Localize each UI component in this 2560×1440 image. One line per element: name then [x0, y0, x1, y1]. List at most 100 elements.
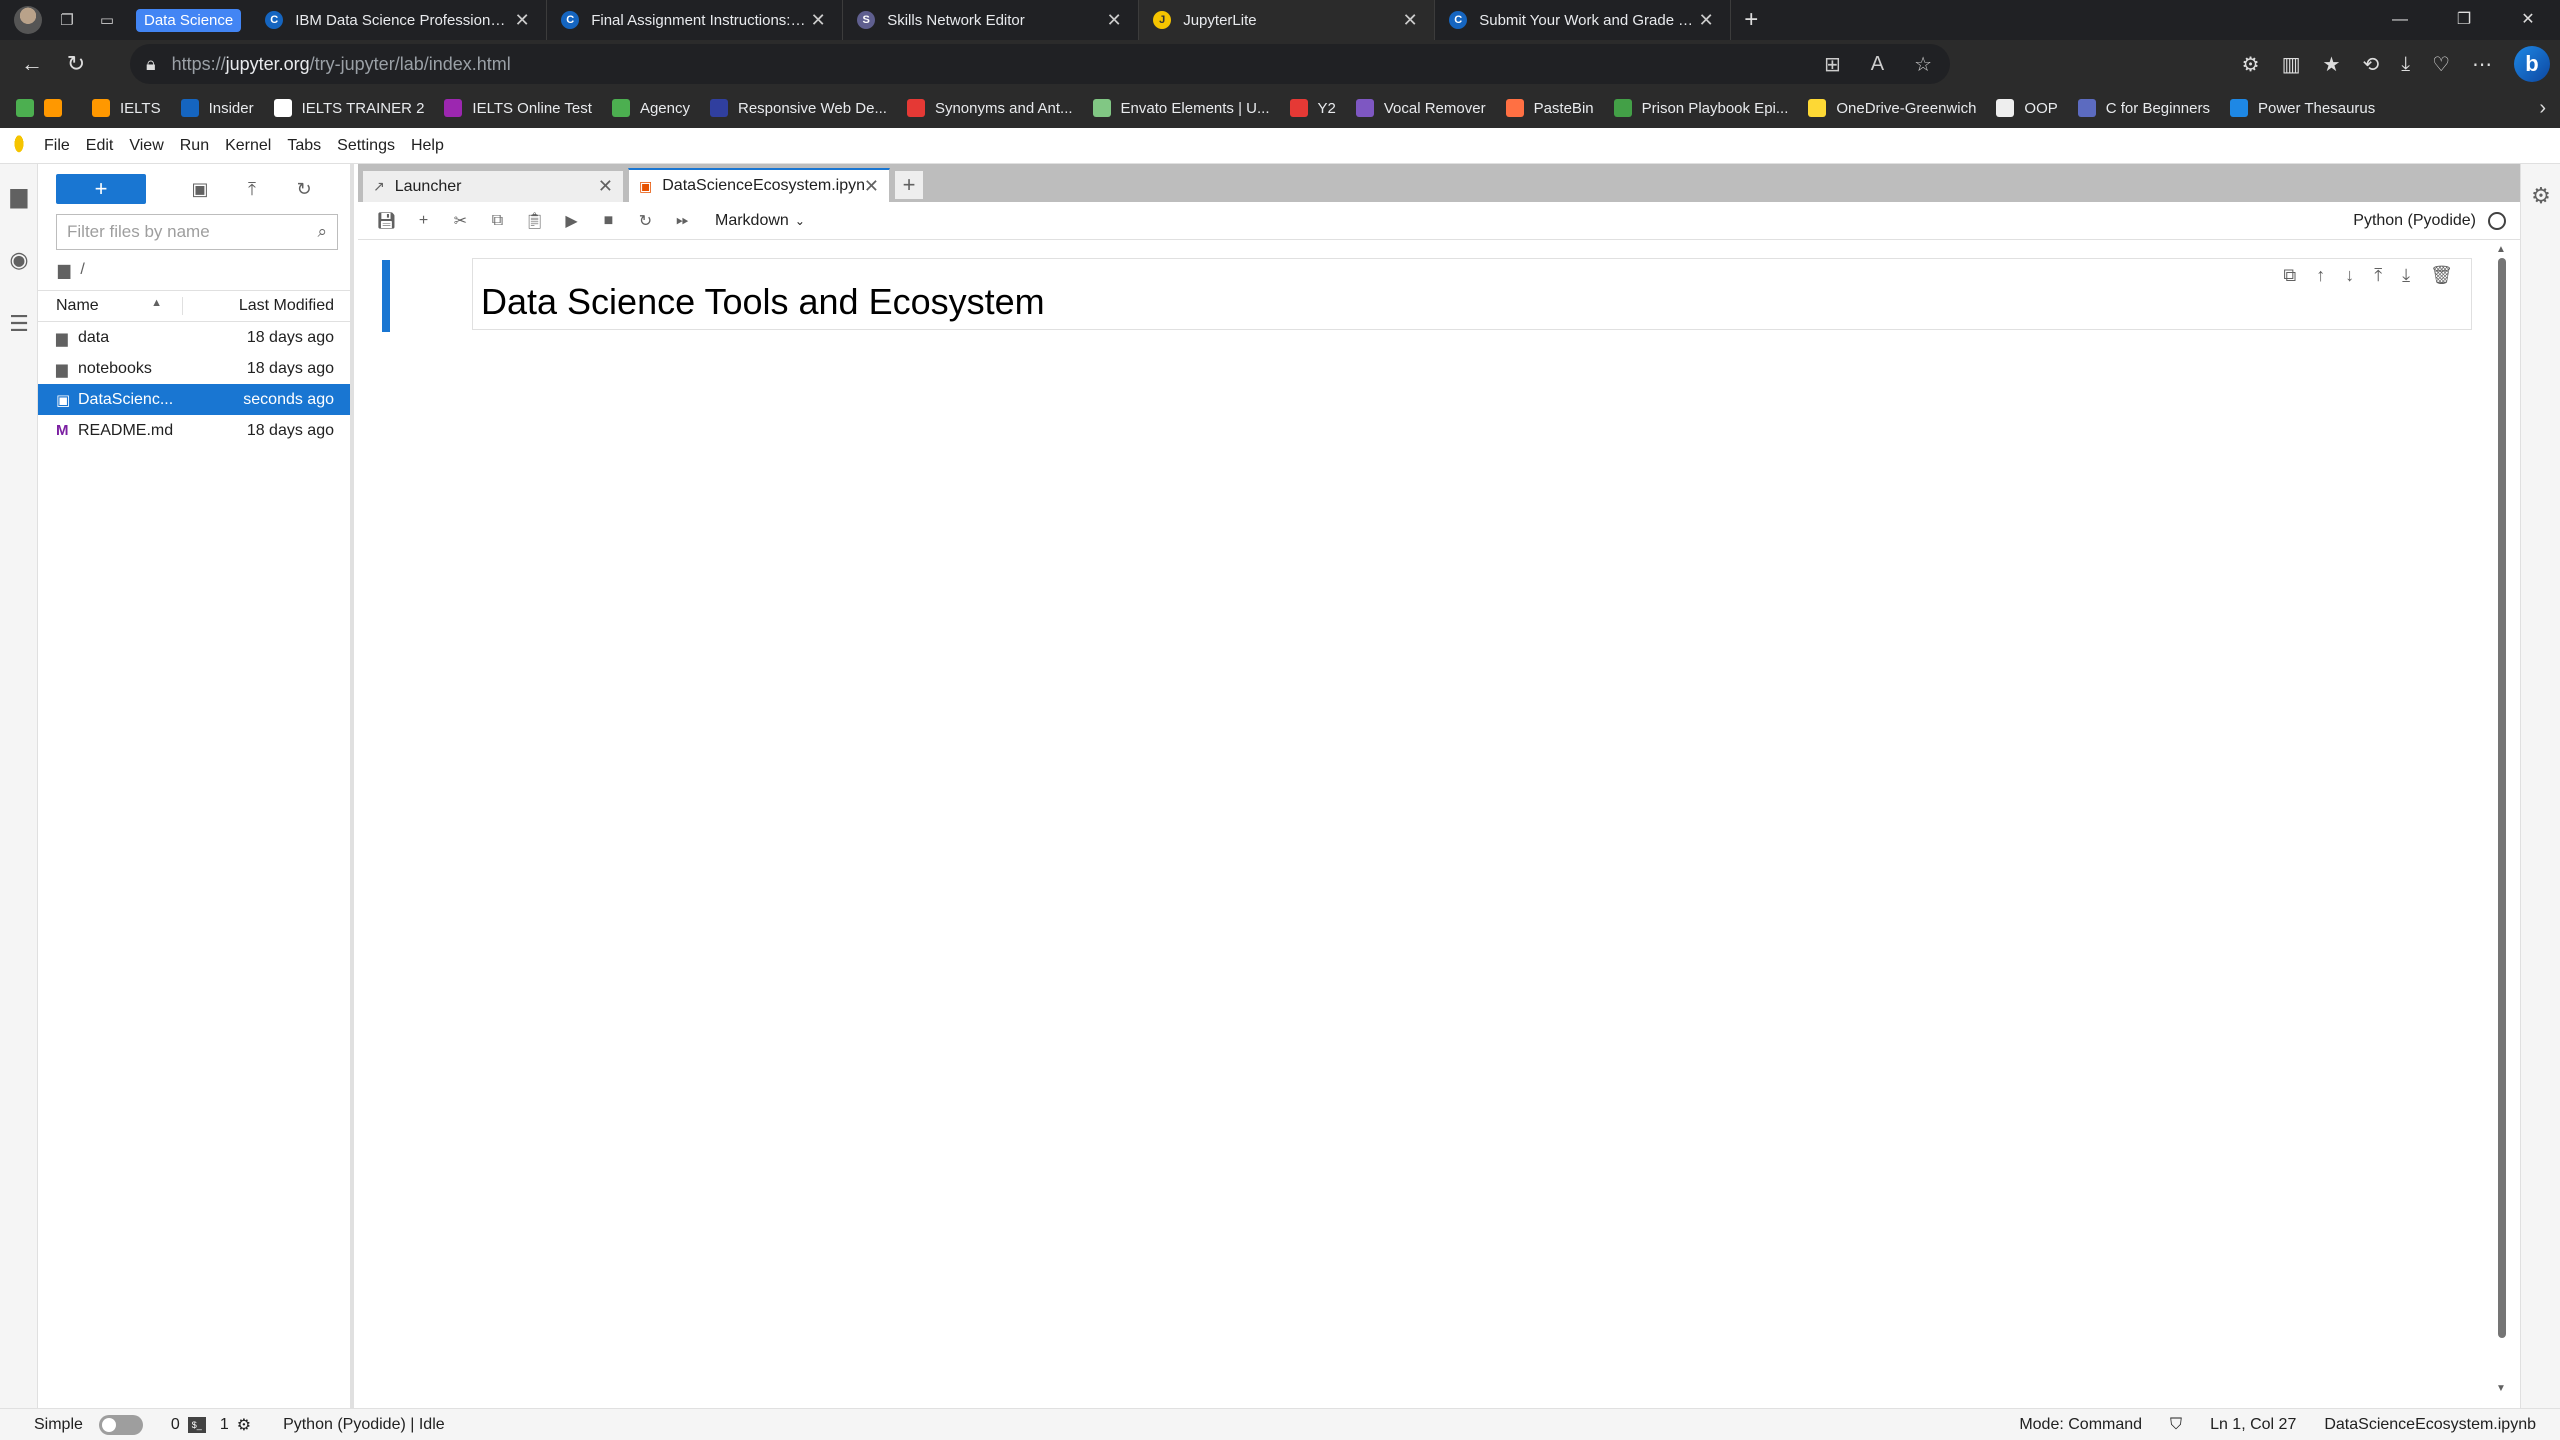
file-browser-icon[interactable]: ▆ [0, 164, 38, 228]
downloads-icon[interactable]: ⤓ [2401, 53, 2410, 76]
cursor-position[interactable]: Ln 1, Col 27 [2210, 1416, 2296, 1434]
close-icon[interactable]: ✕ [1696, 10, 1716, 31]
running-kernels-icon[interactable]: ◉ [0, 228, 38, 292]
save-icon[interactable]: 💾︎ [368, 211, 405, 231]
kernel-status-text[interactable]: Python (Pyodide) | Idle [283, 1416, 445, 1434]
scroll-up-icon[interactable]: ▲ [2496, 244, 2506, 255]
extensions-icon[interactable]: ⚙ [2242, 52, 2260, 77]
new-folder-icon[interactable]: ▣ [174, 179, 226, 200]
more-icon[interactable]: ⋯ [2472, 52, 2492, 77]
bookmark-item[interactable]: Responsive Web De... [709, 99, 887, 117]
bookmark-item[interactable]: Synonyms and Ant... [906, 99, 1073, 117]
tab-group-label[interactable]: Data Science [136, 8, 242, 32]
menu-run[interactable]: Run [180, 137, 223, 155]
bookmark-item[interactable]: OneDrive-Greenwich [1808, 99, 1976, 117]
bookmark-item[interactable]: PasteBin [1505, 99, 1594, 117]
paste-icon[interactable]: 📋︎ [516, 211, 553, 231]
copy-icon[interactable]: ⧉ [479, 212, 516, 230]
split-screen-icon[interactable]: ▥ [2282, 52, 2301, 77]
move-up-icon[interactable]: ↑ [2316, 265, 2325, 286]
duplicate-cell-icon[interactable]: ⧉ [2283, 265, 2296, 286]
app-available-icon[interactable]: ⊞ [1824, 52, 1841, 77]
stop-icon[interactable]: ■ [590, 212, 627, 230]
move-down-icon[interactable]: ↓ [2345, 265, 2354, 286]
property-inspector-icon[interactable]: ⚙ [2521, 164, 2560, 228]
bookmark-item[interactable]: OOP [1996, 99, 2058, 117]
history-icon[interactable]: ⟲ [2362, 52, 2379, 77]
menu-kernel[interactable]: Kernel [225, 137, 285, 155]
breadcrumb-root[interactable]: / [80, 261, 84, 279]
favorite-star-icon[interactable]: ☆ [1914, 52, 1932, 77]
file-row[interactable]: ▆ notebooks 18 days ago [38, 353, 350, 384]
file-row[interactable]: M README.md 18 days ago [38, 415, 350, 446]
bookmark-item[interactable]: Power Thesaurus [2229, 99, 2375, 117]
markdown-cell[interactable]: Data Science Tools and Ecosystem ⧉ ↑ ↓ ⤒… [472, 258, 2472, 330]
favorites-icon[interactable]: ★ [2323, 52, 2341, 77]
close-icon[interactable]: ✕ [808, 10, 828, 31]
new-tab-icon[interactable]: + [1731, 6, 1771, 34]
notebook-scrollbar[interactable]: ▲ ▼ [2496, 244, 2506, 1394]
delete-cell-icon[interactable]: 🗑︎ [2430, 265, 2453, 286]
kernels-count[interactable]: 1 ⚙ [220, 1415, 251, 1435]
refresh-files-icon[interactable]: ↻ [278, 179, 330, 200]
cut-icon[interactable]: ✂ [442, 211, 479, 231]
bookmark-item[interactable]: Y2 [1289, 99, 1336, 117]
browser-tab-2[interactable]: S Skills Network Editor ✕ [843, 0, 1140, 40]
browser-tab-4[interactable]: C Submit Your Work and Grade You ✕ [1435, 0, 1732, 40]
bookmark-item[interactable]: Agency [611, 99, 690, 117]
bookmark-item[interactable]: IELTS TRAINER 2 [273, 99, 424, 117]
back-icon[interactable]: ← [10, 44, 54, 84]
new-launcher-button[interactable]: + [56, 174, 146, 204]
chevron-right-icon[interactable]: › [2539, 88, 2546, 128]
bookmark-item[interactable]: Insider [180, 99, 254, 117]
bookmark-item[interactable]: Prison Playbook Epi... [1613, 99, 1788, 117]
close-window-icon[interactable]: ✕ [2496, 0, 2560, 40]
close-icon[interactable]: ✕ [598, 176, 613, 197]
refresh-icon[interactable]: ↻ [54, 44, 98, 84]
insert-above-icon[interactable]: ⤒ [2374, 265, 2382, 286]
terminals-count[interactable]: 0 $_ [171, 1416, 206, 1434]
filter-files-input[interactable]: Filter files by name ⌕ [56, 214, 338, 250]
profile-avatar[interactable] [14, 6, 42, 34]
column-modified-header[interactable]: Last Modified [183, 297, 350, 315]
menu-tabs[interactable]: Tabs [287, 137, 335, 155]
insert-below-icon[interactable]: ⤓ [2402, 265, 2410, 286]
close-icon[interactable]: ✕ [1104, 10, 1124, 31]
upload-icon[interactable]: ⤒ [226, 179, 278, 200]
table-of-contents-icon[interactable]: ☰ [0, 292, 38, 356]
bookmark-item[interactable]: IELTS Online Test [444, 99, 592, 117]
tab-actions-icon[interactable]: ▭ [92, 5, 122, 35]
scroll-down-icon[interactable]: ▼ [2496, 1383, 2506, 1394]
menu-settings[interactable]: Settings [337, 137, 409, 155]
file-row[interactable]: ▆ data 18 days ago [38, 322, 350, 353]
minimize-icon[interactable]: — [2368, 0, 2432, 40]
column-name-header[interactable]: Name ▲ [38, 297, 183, 315]
restore-icon[interactable]: ❐ [2432, 0, 2496, 40]
browser-tab-1[interactable]: C Final Assignment Instructions: Cr ✕ [547, 0, 844, 40]
add-tab-icon[interactable]: + [894, 170, 924, 200]
lock-icon[interactable]: 🔒︎ [146, 54, 156, 75]
menu-edit[interactable]: Edit [86, 137, 128, 155]
restart-icon[interactable]: ↻ [627, 211, 664, 231]
url-field[interactable]: 🔒︎ https:// jupyter.org /try-jupyter/lab… [130, 44, 1950, 84]
simple-mode-toggle[interactable] [98, 1414, 143, 1435]
close-icon[interactable]: ✕ [512, 10, 532, 31]
workspaces-icon[interactable]: ❐ [52, 5, 82, 35]
performance-icon[interactable]: ♡ [2432, 52, 2450, 77]
close-icon[interactable]: ✕ [864, 176, 879, 197]
cell-type-select[interactable]: Markdown ⌄ [715, 212, 805, 230]
copilot-icon[interactable]: b [2514, 46, 2550, 82]
bookmark-item[interactable]: Vocal Remover [1355, 99, 1486, 117]
menu-help[interactable]: Help [411, 137, 458, 155]
browser-tab-3[interactable]: J JupyterLite ✕ [1139, 0, 1436, 40]
bookmark-item[interactable]: C for Beginners [2077, 99, 2210, 117]
close-icon[interactable]: ✕ [1400, 10, 1420, 31]
tab-notebook[interactable]: ▣ DataScienceEcosystem.ipynb ✕ [628, 168, 890, 202]
file-row[interactable]: ▣ DataScienc... seconds ago [38, 384, 350, 415]
scroll-thumb[interactable] [2498, 258, 2506, 1338]
insert-cell-icon[interactable]: + [405, 212, 442, 230]
kernel-indicator[interactable]: Python (Pyodide) [2353, 202, 2506, 240]
trusted-icon[interactable]: ⛉ [2170, 1416, 2182, 1434]
active-cell-indicator[interactable] [382, 260, 390, 332]
browser-tab-0[interactable]: C IBM Data Science Professional Ce ✕ [251, 0, 548, 40]
